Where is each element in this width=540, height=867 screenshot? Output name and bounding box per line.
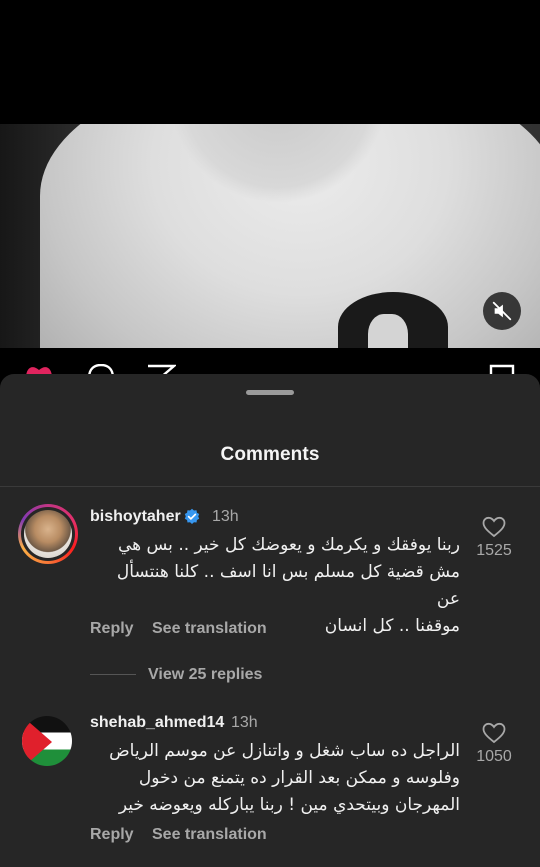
sheet-drag-handle[interactable] [246, 390, 294, 395]
comment-username[interactable]: shehab_ahmed14 [90, 714, 224, 732]
reply-button[interactable]: Reply [90, 826, 134, 844]
header-divider [0, 486, 540, 487]
like-count: 1050 [476, 748, 512, 765]
reply-button[interactable]: Reply [90, 620, 134, 638]
replies-divider [90, 674, 136, 675]
see-translation-button[interactable]: See translation [152, 620, 267, 638]
comment-line: مش قضية كل مسلم بس انا اسف .. كلنا هنتسأ… [116, 562, 460, 609]
profile-photo [24, 510, 72, 558]
avatar[interactable] [18, 504, 78, 564]
comment-line: المهرجان وبيتحدي مين ! ربنا يباركله ويعو… [118, 795, 460, 815]
sheet-title: Comments [220, 444, 320, 465]
verified-badge-icon [184, 508, 200, 525]
comment-text: الراجل ده ساب شغل و واتنازل عن موسم الري… [100, 738, 460, 819]
comment-username[interactable]: bishoytaher [90, 508, 181, 526]
avatar[interactable] [22, 716, 72, 766]
see-translation-button[interactable]: See translation [152, 826, 267, 844]
like-count: 1525 [476, 542, 512, 559]
view-replies-button[interactable]: View 25 replies [148, 666, 262, 684]
comment-line: وفلوسه و ممكن بعد القرار ده يتمنع من دخو… [138, 768, 460, 788]
comment-line: ربنا يوفقك و يكرمك و يعوضك كل خير .. بس … [117, 535, 460, 555]
heart-icon[interactable] [482, 722, 506, 744]
comment-time: 13h [231, 714, 258, 731]
speaker-muted-icon [492, 301, 512, 321]
comments-sheet: Comments bishoytaher 13h ربنا يوفقك و يك… [0, 374, 540, 867]
comment-line: الراجل ده ساب شغل و واتنازل عن موسم الري… [109, 741, 460, 761]
mute-button[interactable] [483, 292, 521, 330]
heart-icon[interactable] [482, 516, 506, 538]
comment-time: 13h [212, 508, 239, 525]
video-player[interactable] [0, 124, 540, 348]
palestine-flag [22, 716, 72, 766]
